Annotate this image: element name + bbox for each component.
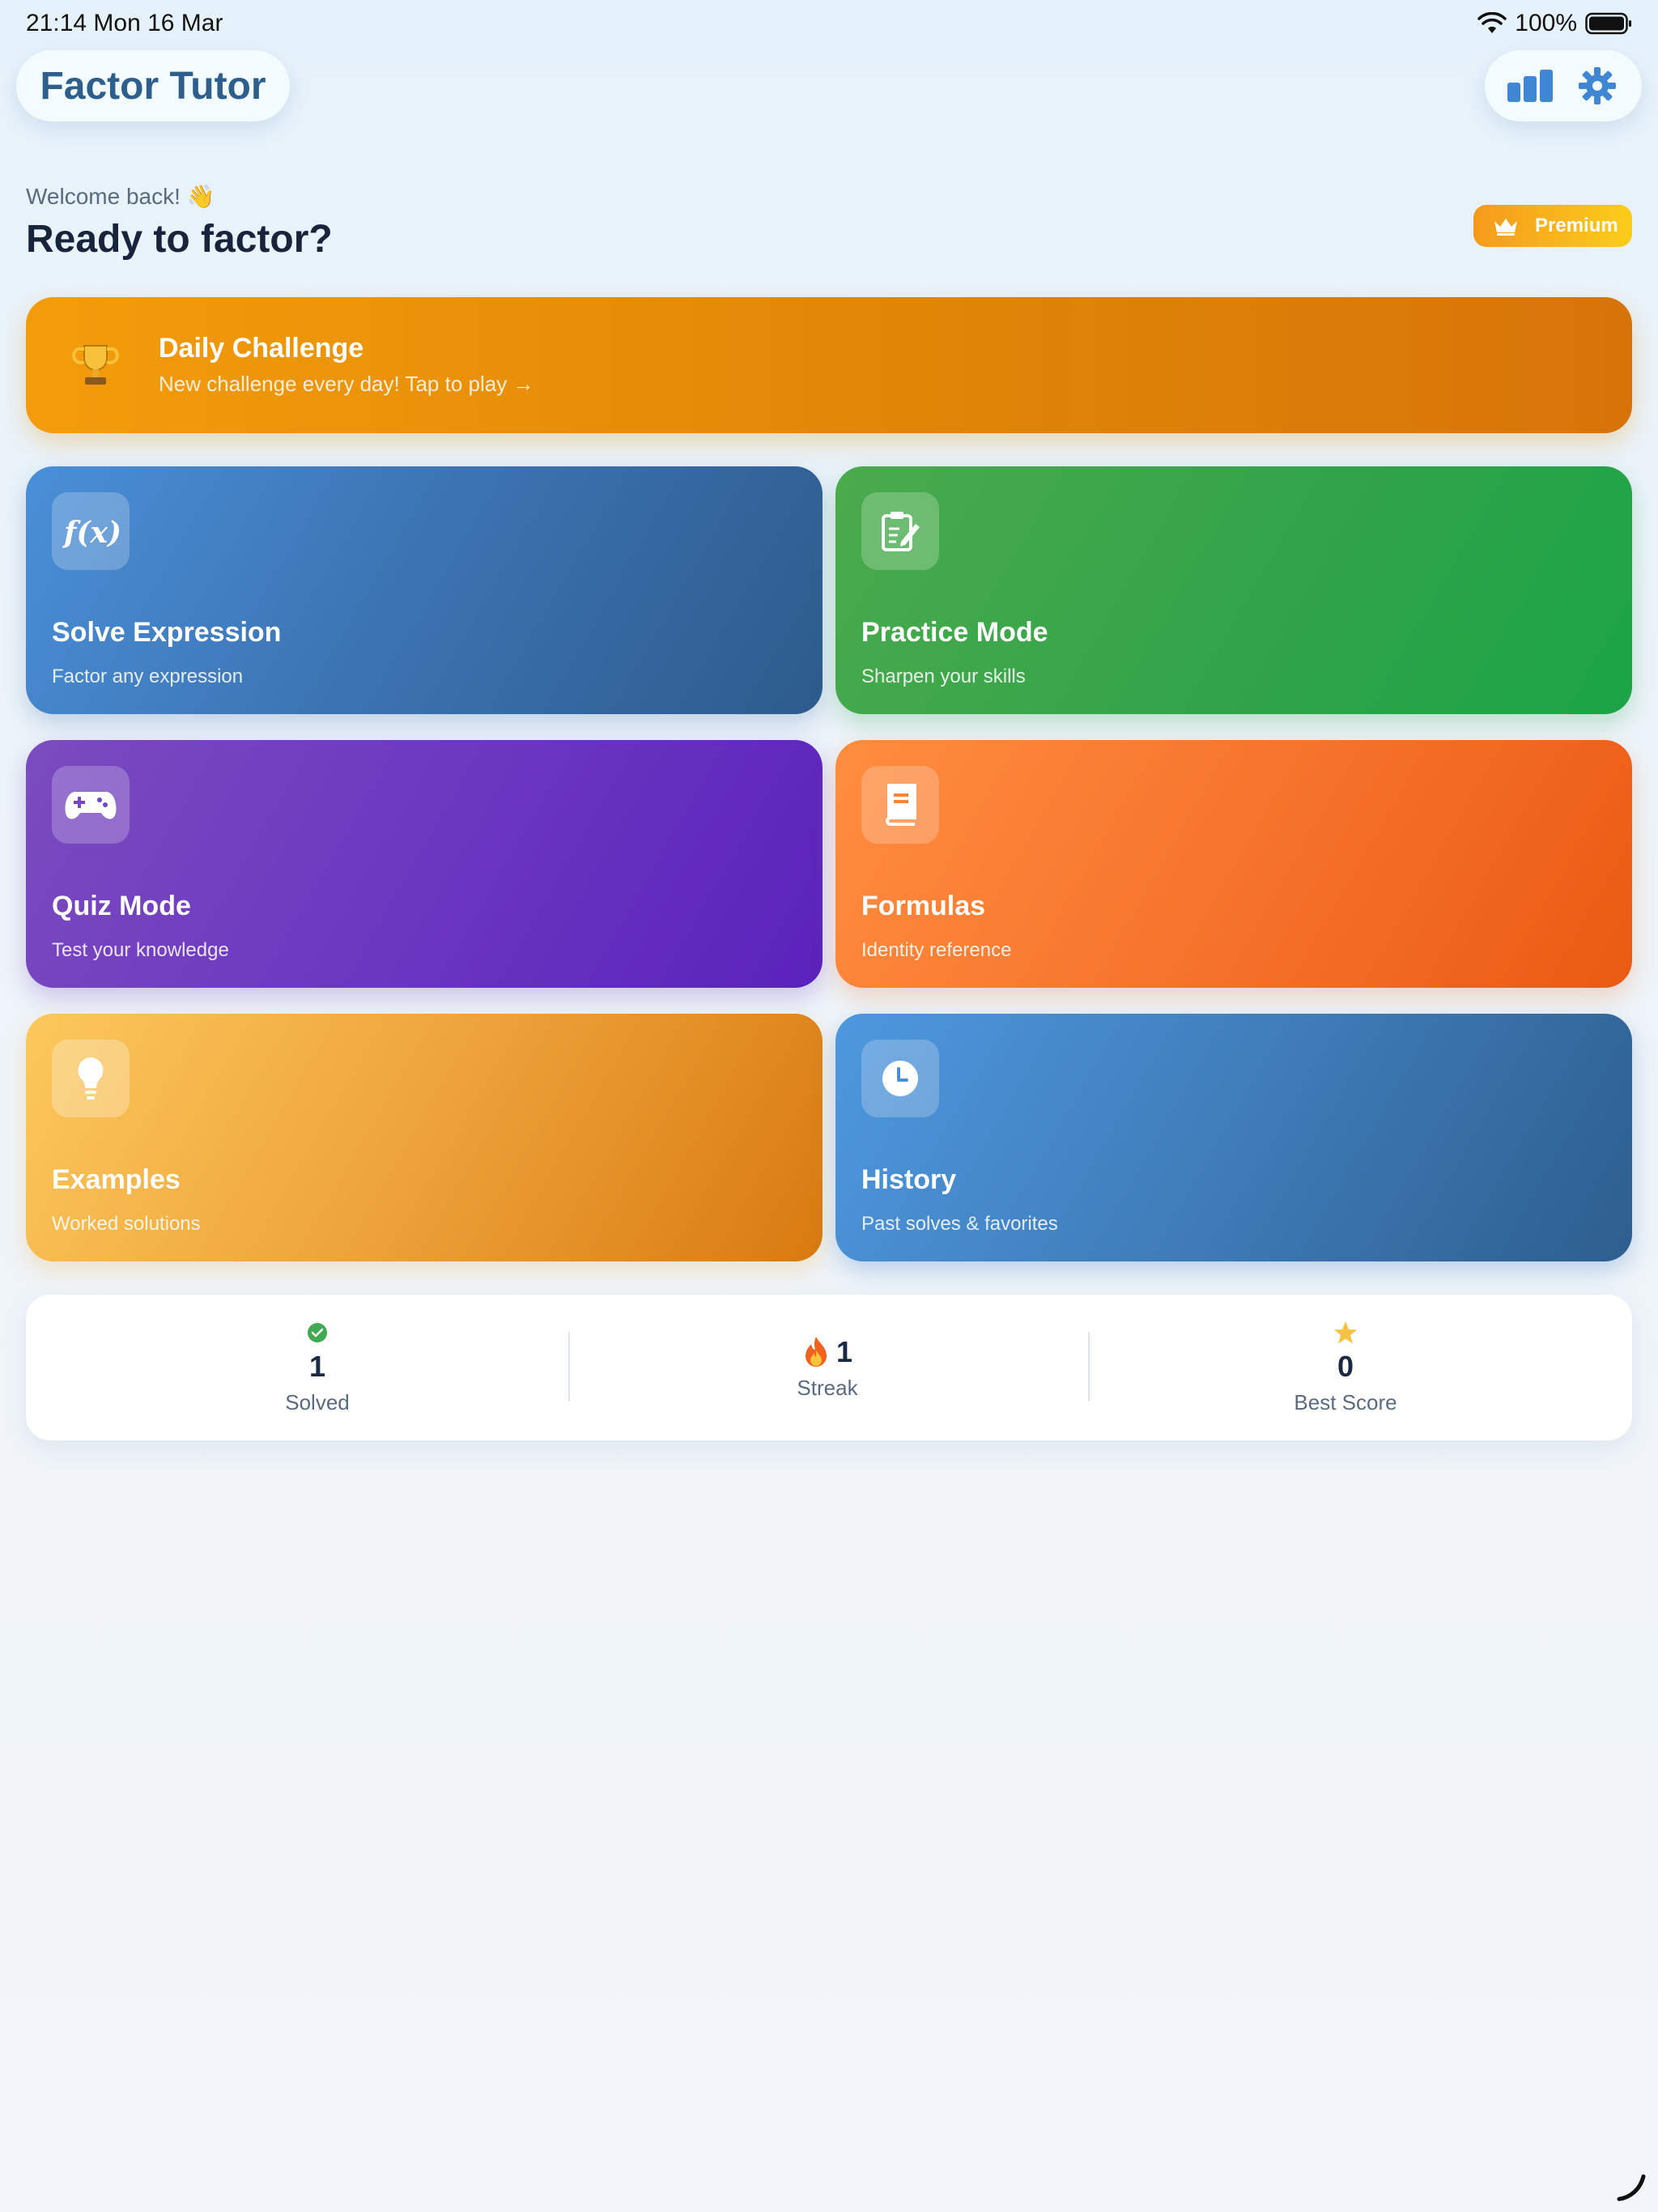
gamepad-icon bbox=[65, 792, 117, 819]
settings-button[interactable] bbox=[1573, 62, 1622, 110]
stat-best-score: 0 Best Score bbox=[1086, 1295, 1605, 1440]
gear-icon bbox=[1578, 67, 1616, 104]
battery-icon bbox=[1585, 12, 1631, 35]
stat-value: 0 bbox=[1337, 1350, 1354, 1383]
card-subtitle: Sharpen your skills bbox=[861, 666, 1026, 687]
examples-card[interactable]: Examples Worked solutions bbox=[26, 1014, 823, 1261]
welcome-text: Welcome back! 👋 bbox=[26, 184, 215, 209]
clock-icon bbox=[882, 1061, 918, 1096]
headline: Ready to factor? bbox=[26, 218, 333, 261]
fire-icon bbox=[805, 1337, 827, 1367]
crown-icon bbox=[1494, 219, 1517, 236]
bar-chart-icon bbox=[1507, 70, 1553, 102]
card-icon-tile: ƒ(x) bbox=[52, 492, 130, 570]
status-time: 21:14 Mon 16 Mar bbox=[26, 10, 223, 36]
card-title: Quiz Mode bbox=[52, 891, 191, 921]
card-title: Practice Mode bbox=[861, 617, 1048, 648]
book-icon bbox=[886, 784, 916, 826]
solve-expression-card[interactable]: ƒ(x) Solve Expression Factor any express… bbox=[26, 466, 823, 714]
premium-label: Premium bbox=[1535, 215, 1618, 236]
history-card[interactable]: History Past solves & favorites bbox=[835, 1014, 1632, 1261]
card-icon-tile bbox=[861, 492, 939, 570]
stat-value: 1 bbox=[835, 1335, 853, 1368]
stats-button[interactable] bbox=[1506, 62, 1554, 110]
streak-row: 1 bbox=[568, 1335, 1086, 1369]
lightbulb-icon bbox=[78, 1057, 104, 1100]
card-icon-tile bbox=[52, 766, 130, 844]
app-title-pill: Factor Tutor bbox=[16, 50, 290, 121]
card-title: History bbox=[861, 1164, 957, 1195]
card-icon-tile bbox=[861, 1040, 939, 1117]
function-icon: ƒ(x) bbox=[62, 516, 119, 549]
stat-value: 1 bbox=[308, 1350, 326, 1383]
stat-label: Solved bbox=[285, 1390, 350, 1414]
stats-panel: 1 Solved 1 Streak 0 Best Score bbox=[26, 1295, 1632, 1440]
daily-challenge-card[interactable]: Daily Challenge New challenge every day!… bbox=[26, 297, 1632, 433]
status-bar: 21:14 Mon 16 Mar 100% bbox=[0, 0, 1658, 50]
header-actions bbox=[1485, 50, 1642, 121]
stat-solved: 1 Solved bbox=[58, 1295, 576, 1440]
corner-indicator-icon bbox=[1617, 2174, 1646, 2201]
stat-label: Best Score bbox=[1294, 1390, 1397, 1414]
card-subtitle: Factor any expression bbox=[52, 666, 244, 687]
clipboard-edit-icon bbox=[882, 512, 920, 551]
trophy-icon bbox=[72, 345, 119, 385]
card-title: Examples bbox=[52, 1164, 181, 1195]
stat-label: Streak bbox=[797, 1376, 858, 1400]
app-title: Factor Tutor bbox=[40, 64, 266, 108]
card-icon-tile bbox=[52, 1040, 130, 1117]
quiz-mode-card[interactable]: Quiz Mode Test your knowledge bbox=[26, 740, 823, 988]
daily-challenge-title: Daily Challenge bbox=[159, 333, 364, 364]
practice-mode-card[interactable]: Practice Mode Sharpen your skills bbox=[835, 466, 1632, 714]
card-icon-tile bbox=[861, 766, 939, 844]
card-subtitle: Identity reference bbox=[861, 939, 1012, 961]
formulas-card[interactable]: Formulas Identity reference bbox=[835, 740, 1632, 988]
card-title: Formulas bbox=[861, 891, 986, 921]
premium-button[interactable]: Premium bbox=[1473, 205, 1632, 247]
card-subtitle: Worked solutions bbox=[52, 1213, 201, 1235]
card-title: Solve Expression bbox=[52, 617, 282, 648]
status-indicators: 100% bbox=[1477, 10, 1632, 37]
check-circle-icon bbox=[308, 1323, 327, 1342]
wifi-icon bbox=[1477, 12, 1507, 33]
battery-percent: 100% bbox=[1515, 10, 1577, 36]
card-subtitle: Past solves & favorites bbox=[861, 1213, 1058, 1235]
daily-challenge-subtitle: New challenge every day! Tap to play → bbox=[159, 372, 534, 396]
card-subtitle: Test your knowledge bbox=[52, 939, 229, 961]
stat-streak: 1 Streak bbox=[568, 1295, 1086, 1440]
star-icon bbox=[1334, 1321, 1357, 1344]
svg-text:ƒ(x): ƒ(x) bbox=[62, 516, 119, 549]
